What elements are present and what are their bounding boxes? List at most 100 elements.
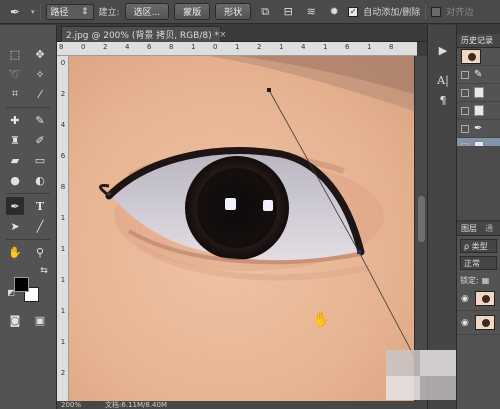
default-colors-icon[interactable]: ◩ xyxy=(6,287,16,297)
layers-tab[interactable]: 图层 xyxy=(461,223,477,234)
empty-panel-area xyxy=(457,146,500,220)
history-row[interactable]: ✎ xyxy=(457,66,500,84)
history-tab[interactable]: 历史记录 xyxy=(457,34,500,48)
history-snapshot-row[interactable] xyxy=(457,48,500,66)
ruler-tick-label: 6 xyxy=(147,43,152,51)
gradient-tool-icon[interactable]: ▭ xyxy=(31,151,49,169)
zoom-level[interactable]: 200% xyxy=(61,401,81,409)
eyedropper-tool-icon[interactable]: ⁄ xyxy=(31,85,49,103)
separator xyxy=(425,3,427,20)
document-tab[interactable]: 2.jpg @ 200% (背景 拷贝, RGB/8) * × xyxy=(61,26,227,42)
ruler-tick-label: 8 xyxy=(389,43,394,51)
quick-mask-icon[interactable]: ◙ xyxy=(6,311,24,329)
path-alignment-icon[interactable]: ⊟ xyxy=(279,4,297,20)
healing-brush-tool-icon[interactable]: ✚ xyxy=(6,111,24,129)
status-bar: 200% 文档:6.11M/8.40M xyxy=(57,401,427,409)
mode-select[interactable]: 路径 ⇕ xyxy=(45,3,94,20)
layers-tab-row: 图层 通 xyxy=(457,222,500,236)
screen-mode-icon[interactable]: ▣ xyxy=(31,311,49,329)
photoshop-window: ✒ ▾ 路径 ⇕ 建立: 选区... 蒙版 形状 ⧉ ⊟ ≋ ✹ ✓ 自动添加/… xyxy=(0,0,500,409)
tool-preset-caret-icon[interactable]: ▾ xyxy=(31,8,35,16)
channels-tab[interactable]: 通 xyxy=(485,223,493,234)
selection-button[interactable]: 选区... xyxy=(124,3,170,20)
make-label: 建立: xyxy=(98,8,120,18)
ruler-tick-label: 2 xyxy=(60,369,66,377)
lock-label: 锁定: xyxy=(460,275,479,285)
ruler-tick-label: 6 xyxy=(345,43,350,51)
history-source-box[interactable] xyxy=(461,124,469,133)
pen-tool-icon[interactable]: ✒ xyxy=(6,197,24,215)
ruler-tick-label: 1 xyxy=(191,43,196,51)
crop-tool-icon[interactable]: ⌗ xyxy=(6,85,24,103)
type-tool-icon[interactable]: T xyxy=(31,197,49,215)
ruler-tick-label: 1 xyxy=(60,307,66,315)
ruler-tick-label: 0 xyxy=(60,59,66,67)
history-brush-tool-icon[interactable]: ✐ xyxy=(31,131,49,149)
layer-row[interactable]: ◉ xyxy=(457,287,500,311)
divider xyxy=(6,239,50,240)
foreground-color-swatch[interactable] xyxy=(14,277,29,292)
layer-row[interactable]: ◉ xyxy=(457,311,500,335)
history-row[interactable]: ✒ xyxy=(457,120,500,138)
marquee-tool-icon[interactable]: ⬚ xyxy=(6,45,24,63)
shape-button[interactable]: 形状 xyxy=(215,3,252,20)
character-panel-icon[interactable]: A| xyxy=(434,71,452,89)
hand-tool-icon[interactable]: ✋ xyxy=(6,243,24,261)
ruler-tick-label: 1 xyxy=(323,43,328,51)
lasso-tool-icon[interactable]: ➰ xyxy=(6,65,24,83)
blur-tool-icon[interactable]: ● xyxy=(6,171,24,189)
document-canvas[interactable]: ✋ xyxy=(69,56,414,401)
layer-thumbnail xyxy=(475,291,495,306)
eye-icon[interactable]: ◉ xyxy=(461,294,471,304)
dodge-tool-icon[interactable]: ◐ xyxy=(31,171,49,189)
pen-tool-icon[interactable]: ✒ xyxy=(4,3,26,21)
ruler-tick-label: 8 xyxy=(59,43,64,51)
close-icon[interactable]: × xyxy=(219,30,227,40)
eye-icon[interactable]: ◉ xyxy=(461,318,471,328)
history-row[interactable] xyxy=(457,84,500,102)
options-bar: ✒ ▾ 路径 ⇕ 建立: 选区... 蒙版 形状 ⧉ ⊟ ≋ ✹ ✓ 自动添加/… xyxy=(0,0,500,24)
lock-transparency-icon[interactable]: ▦ xyxy=(482,276,490,285)
ruler-tick-label: 6 xyxy=(60,152,66,160)
ruler-tick-label: 0 xyxy=(81,43,86,51)
vertical-ruler[interactable]: 0 2 4 6 8 1 1 1 1 1 2 xyxy=(57,56,69,401)
gear-icon[interactable]: ✹ xyxy=(325,4,343,20)
history-row[interactable] xyxy=(457,102,500,120)
blend-mode-select[interactable]: 正常 xyxy=(460,256,497,270)
zoom-tool-icon[interactable]: ⚲ xyxy=(31,243,49,261)
ruler-tick-label: 8 xyxy=(60,183,66,191)
snapshot-thumbnail xyxy=(461,49,481,64)
scrollbar-thumb[interactable] xyxy=(418,196,425,242)
horizontal-ruler[interactable]: 8024681012141618 xyxy=(57,42,417,56)
magic-wand-tool-icon[interactable]: ✧ xyxy=(31,65,49,83)
history-source-box[interactable] xyxy=(461,88,469,97)
lock-row: 锁定: ▦ xyxy=(457,273,500,287)
document-tab-bar: 2.jpg @ 200% (背景 拷贝, RGB/8) * × xyxy=(57,25,427,42)
path-selection-tool-icon[interactable]: ➤ xyxy=(6,217,24,235)
line-tool-icon[interactable]: ╱ xyxy=(31,217,49,235)
layers-panel: 图层 通 ρ 类型 正常 锁定: ▦ ◉ ◉ xyxy=(457,222,500,409)
play-action-icon[interactable]: ▶ xyxy=(434,41,452,59)
move-tool-icon[interactable]: ✥ xyxy=(31,45,49,63)
mask-button[interactable]: 蒙版 xyxy=(174,3,211,20)
layer-filter[interactable]: ρ 类型 xyxy=(460,239,497,253)
ruler-tick-label: 2 xyxy=(103,43,108,51)
ruler-tick-label: 0 xyxy=(213,43,218,51)
auto-add-delete-checkbox[interactable]: ✓ xyxy=(348,6,359,17)
path-arrangement-icon[interactable]: ≋ xyxy=(302,4,320,20)
ruler-tick-label: 1 xyxy=(60,276,66,284)
clone-stamp-tool-icon[interactable]: ♜ xyxy=(6,131,24,149)
brush-tool-icon[interactable]: ✎ xyxy=(31,111,49,129)
document-size[interactable]: 文档:6.11M/8.40M xyxy=(105,401,167,409)
paragraph-panel-icon[interactable]: ¶ xyxy=(434,91,452,109)
swap-colors-icon[interactable]: ⇆ xyxy=(38,265,50,277)
ruler-tick-label: 1 xyxy=(60,214,66,222)
path-operations-icon[interactable]: ⧉ xyxy=(256,4,274,20)
eraser-tool-icon[interactable]: ▰ xyxy=(6,151,24,169)
ruler-tick-label: 1 xyxy=(279,43,284,51)
tools-panel: ⬚ ✥ ➰ ✧ ⌗ ⁄ ✚ ✎ ♜ ✐ ▰ ▭ ● ◐ ✒ T ➤ ╱ ✋ ⚲ … xyxy=(0,25,57,409)
history-source-box[interactable] xyxy=(461,70,469,79)
auto-add-delete-label: 自动添加/删除 xyxy=(363,8,421,18)
align-edges-checkbox[interactable] xyxy=(431,6,442,17)
history-source-box[interactable] xyxy=(461,106,469,115)
